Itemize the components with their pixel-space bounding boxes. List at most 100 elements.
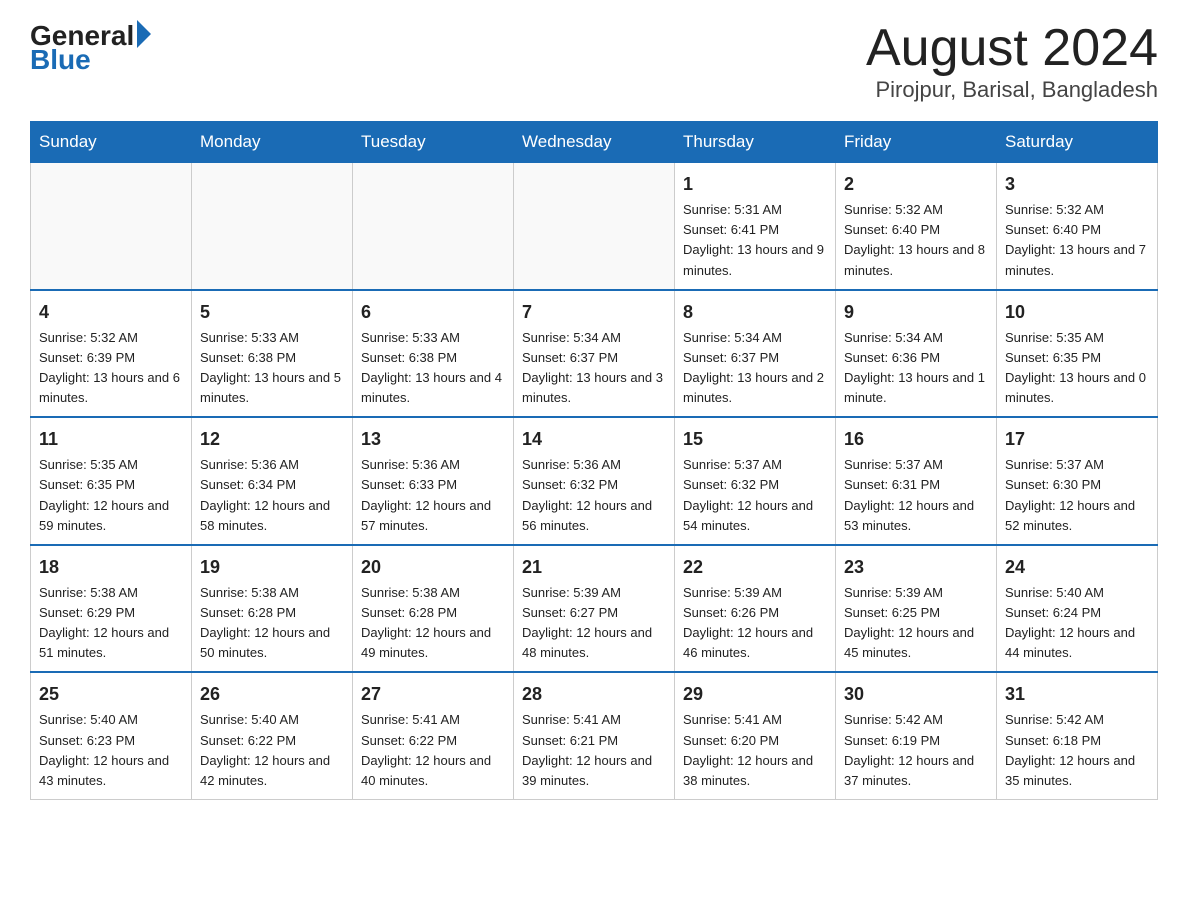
logo: General Blue: [30, 20, 151, 76]
day-number: 14: [522, 426, 666, 453]
calendar-cell: 10Sunrise: 5:35 AMSunset: 6:35 PMDayligh…: [997, 290, 1158, 418]
day-info: Sunrise: 5:37 AMSunset: 6:31 PMDaylight:…: [844, 455, 988, 536]
calendar-week-2: 4Sunrise: 5:32 AMSunset: 6:39 PMDaylight…: [31, 290, 1158, 418]
calendar-cell: 7Sunrise: 5:34 AMSunset: 6:37 PMDaylight…: [514, 290, 675, 418]
day-number: 24: [1005, 554, 1149, 581]
logo-triangle-icon: [137, 20, 151, 48]
calendar-cell: 28Sunrise: 5:41 AMSunset: 6:21 PMDayligh…: [514, 672, 675, 799]
calendar-header-saturday: Saturday: [997, 122, 1158, 163]
day-info: Sunrise: 5:37 AMSunset: 6:32 PMDaylight:…: [683, 455, 827, 536]
calendar-cell: [353, 163, 514, 290]
day-number: 11: [39, 426, 183, 453]
calendar-cell: 13Sunrise: 5:36 AMSunset: 6:33 PMDayligh…: [353, 417, 514, 545]
calendar-cell: 29Sunrise: 5:41 AMSunset: 6:20 PMDayligh…: [675, 672, 836, 799]
calendar-header-wednesday: Wednesday: [514, 122, 675, 163]
calendar-header-sunday: Sunday: [31, 122, 192, 163]
day-number: 16: [844, 426, 988, 453]
day-info: Sunrise: 5:38 AMSunset: 6:28 PMDaylight:…: [361, 583, 505, 664]
day-info: Sunrise: 5:33 AMSunset: 6:38 PMDaylight:…: [200, 328, 344, 409]
day-number: 2: [844, 171, 988, 198]
calendar-cell: 20Sunrise: 5:38 AMSunset: 6:28 PMDayligh…: [353, 545, 514, 673]
calendar-week-4: 18Sunrise: 5:38 AMSunset: 6:29 PMDayligh…: [31, 545, 1158, 673]
calendar-cell: 4Sunrise: 5:32 AMSunset: 6:39 PMDaylight…: [31, 290, 192, 418]
day-info: Sunrise: 5:42 AMSunset: 6:19 PMDaylight:…: [844, 710, 988, 791]
calendar-cell: 9Sunrise: 5:34 AMSunset: 6:36 PMDaylight…: [836, 290, 997, 418]
calendar-header-row: SundayMondayTuesdayWednesdayThursdayFrid…: [31, 122, 1158, 163]
day-number: 18: [39, 554, 183, 581]
day-number: 13: [361, 426, 505, 453]
day-number: 31: [1005, 681, 1149, 708]
day-info: Sunrise: 5:42 AMSunset: 6:18 PMDaylight:…: [1005, 710, 1149, 791]
calendar-table: SundayMondayTuesdayWednesdayThursdayFrid…: [30, 121, 1158, 800]
calendar-cell: 30Sunrise: 5:42 AMSunset: 6:19 PMDayligh…: [836, 672, 997, 799]
calendar-cell: [31, 163, 192, 290]
day-number: 8: [683, 299, 827, 326]
day-info: Sunrise: 5:35 AMSunset: 6:35 PMDaylight:…: [1005, 328, 1149, 409]
calendar-cell: 15Sunrise: 5:37 AMSunset: 6:32 PMDayligh…: [675, 417, 836, 545]
day-number: 26: [200, 681, 344, 708]
day-number: 19: [200, 554, 344, 581]
day-number: 10: [1005, 299, 1149, 326]
calendar-cell: 21Sunrise: 5:39 AMSunset: 6:27 PMDayligh…: [514, 545, 675, 673]
calendar-cell: 6Sunrise: 5:33 AMSunset: 6:38 PMDaylight…: [353, 290, 514, 418]
day-number: 1: [683, 171, 827, 198]
day-number: 25: [39, 681, 183, 708]
calendar-cell: 22Sunrise: 5:39 AMSunset: 6:26 PMDayligh…: [675, 545, 836, 673]
day-info: Sunrise: 5:36 AMSunset: 6:33 PMDaylight:…: [361, 455, 505, 536]
calendar-cell: 12Sunrise: 5:36 AMSunset: 6:34 PMDayligh…: [192, 417, 353, 545]
calendar-header-monday: Monday: [192, 122, 353, 163]
day-info: Sunrise: 5:40 AMSunset: 6:23 PMDaylight:…: [39, 710, 183, 791]
calendar-week-3: 11Sunrise: 5:35 AMSunset: 6:35 PMDayligh…: [31, 417, 1158, 545]
day-number: 21: [522, 554, 666, 581]
day-info: Sunrise: 5:38 AMSunset: 6:29 PMDaylight:…: [39, 583, 183, 664]
day-info: Sunrise: 5:38 AMSunset: 6:28 PMDaylight:…: [200, 583, 344, 664]
page-subtitle: Pirojpur, Barisal, Bangladesh: [866, 77, 1158, 103]
day-number: 28: [522, 681, 666, 708]
calendar-cell: 24Sunrise: 5:40 AMSunset: 6:24 PMDayligh…: [997, 545, 1158, 673]
calendar-cell: [514, 163, 675, 290]
calendar-cell: 31Sunrise: 5:42 AMSunset: 6:18 PMDayligh…: [997, 672, 1158, 799]
title-area: August 2024 Pirojpur, Barisal, Banglades…: [866, 20, 1158, 103]
day-info: Sunrise: 5:36 AMSunset: 6:32 PMDaylight:…: [522, 455, 666, 536]
day-info: Sunrise: 5:34 AMSunset: 6:36 PMDaylight:…: [844, 328, 988, 409]
calendar-cell: [192, 163, 353, 290]
calendar-cell: 19Sunrise: 5:38 AMSunset: 6:28 PMDayligh…: [192, 545, 353, 673]
calendar-cell: 1Sunrise: 5:31 AMSunset: 6:41 PMDaylight…: [675, 163, 836, 290]
day-info: Sunrise: 5:40 AMSunset: 6:22 PMDaylight:…: [200, 710, 344, 791]
calendar-cell: 2Sunrise: 5:32 AMSunset: 6:40 PMDaylight…: [836, 163, 997, 290]
day-info: Sunrise: 5:32 AMSunset: 6:40 PMDaylight:…: [1005, 200, 1149, 281]
calendar-header-tuesday: Tuesday: [353, 122, 514, 163]
day-info: Sunrise: 5:35 AMSunset: 6:35 PMDaylight:…: [39, 455, 183, 536]
calendar-cell: 27Sunrise: 5:41 AMSunset: 6:22 PMDayligh…: [353, 672, 514, 799]
calendar-cell: 14Sunrise: 5:36 AMSunset: 6:32 PMDayligh…: [514, 417, 675, 545]
logo-blue: Blue: [30, 44, 91, 76]
day-info: Sunrise: 5:39 AMSunset: 6:26 PMDaylight:…: [683, 583, 827, 664]
calendar-cell: 17Sunrise: 5:37 AMSunset: 6:30 PMDayligh…: [997, 417, 1158, 545]
day-number: 17: [1005, 426, 1149, 453]
day-number: 29: [683, 681, 827, 708]
day-number: 27: [361, 681, 505, 708]
day-info: Sunrise: 5:34 AMSunset: 6:37 PMDaylight:…: [522, 328, 666, 409]
day-number: 20: [361, 554, 505, 581]
calendar-header-friday: Friday: [836, 122, 997, 163]
calendar-cell: 18Sunrise: 5:38 AMSunset: 6:29 PMDayligh…: [31, 545, 192, 673]
day-number: 3: [1005, 171, 1149, 198]
calendar-header-thursday: Thursday: [675, 122, 836, 163]
day-info: Sunrise: 5:41 AMSunset: 6:21 PMDaylight:…: [522, 710, 666, 791]
day-number: 15: [683, 426, 827, 453]
day-info: Sunrise: 5:31 AMSunset: 6:41 PMDaylight:…: [683, 200, 827, 281]
day-number: 5: [200, 299, 344, 326]
day-info: Sunrise: 5:32 AMSunset: 6:40 PMDaylight:…: [844, 200, 988, 281]
calendar-cell: 23Sunrise: 5:39 AMSunset: 6:25 PMDayligh…: [836, 545, 997, 673]
calendar-cell: 5Sunrise: 5:33 AMSunset: 6:38 PMDaylight…: [192, 290, 353, 418]
day-number: 22: [683, 554, 827, 581]
day-info: Sunrise: 5:33 AMSunset: 6:38 PMDaylight:…: [361, 328, 505, 409]
calendar-cell: 16Sunrise: 5:37 AMSunset: 6:31 PMDayligh…: [836, 417, 997, 545]
calendar-cell: 11Sunrise: 5:35 AMSunset: 6:35 PMDayligh…: [31, 417, 192, 545]
day-number: 23: [844, 554, 988, 581]
day-info: Sunrise: 5:41 AMSunset: 6:20 PMDaylight:…: [683, 710, 827, 791]
calendar-cell: 26Sunrise: 5:40 AMSunset: 6:22 PMDayligh…: [192, 672, 353, 799]
day-number: 9: [844, 299, 988, 326]
day-info: Sunrise: 5:41 AMSunset: 6:22 PMDaylight:…: [361, 710, 505, 791]
day-number: 7: [522, 299, 666, 326]
